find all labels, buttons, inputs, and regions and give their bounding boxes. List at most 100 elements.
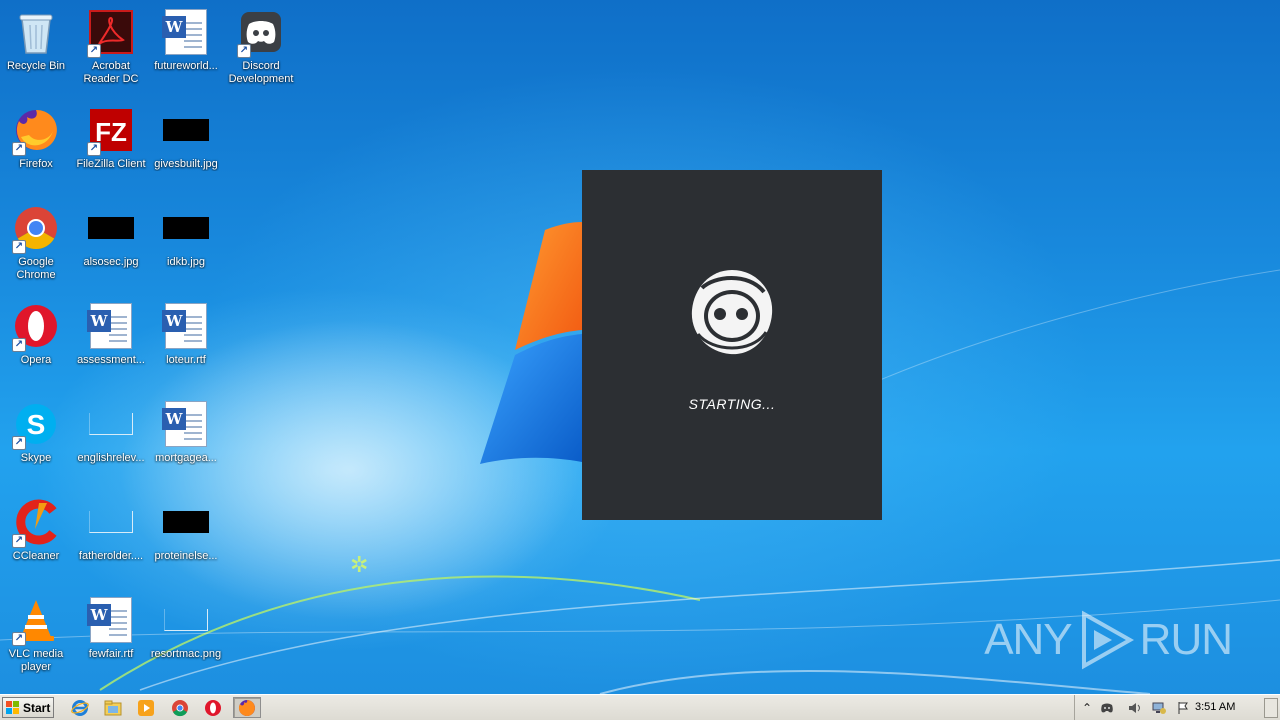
shortcut-arrow-icon: ↗ [237,44,251,58]
discord-splash-window[interactable]: STARTING... [582,170,882,520]
windows-logo-icon [6,700,20,715]
icon-label: resortmac.png [150,648,222,660]
desktop-icon-vlc[interactable]: ↗ VLC media player [0,590,74,680]
chrome-icon: ↗ [12,204,60,254]
desktop-icon-givesbuilt[interactable]: givesbuilt.jpg [148,100,224,190]
desktop-icon-firefox[interactable]: ↗ Firefox [0,100,74,190]
shortcut-arrow-icon: ↗ [12,632,26,646]
desktop-icon-loteur[interactable]: W loteur.rtf [148,296,224,386]
icon-label: CCleaner [12,550,60,562]
icon-label: Google Chrome [16,256,56,281]
desktop-icon-skype[interactable]: S ↗ Skype [0,394,74,484]
taskbar-file-explorer[interactable] [99,697,127,718]
shortcut-arrow-icon: ↗ [12,142,26,156]
taskbar: Start ⌃ 3:51 AM [0,694,1280,720]
chrome-icon [172,699,188,716]
show-desktop-button[interactable] [1264,698,1278,718]
clock[interactable]: 3:51 AM [1195,701,1235,713]
desktop-icon-idkb[interactable]: idkb.jpg [148,198,224,288]
image-thumbnail-icon [87,204,135,252]
acrobat-icon: ↗ [87,8,135,58]
anyrun-watermark: ANY RUN [984,608,1233,672]
desktop-icon-fewfair[interactable]: W fewfair.rtf [73,590,149,680]
word-document-icon: W [162,400,210,448]
icon-label: fatherolder.... [78,550,144,562]
firefox-icon: ↗ [12,106,60,156]
desktop-icon-assessment[interactable]: W assessment... [73,296,149,386]
shortcut-arrow-icon: ↗ [12,338,26,352]
desktop-icon-discord-development[interactable]: ↗ Discord Development [223,2,299,92]
file-explorer-icon [104,700,122,715]
opera-icon [205,699,221,716]
taskbar-opera[interactable] [199,697,227,718]
network-icon[interactable] [1151,700,1167,716]
icon-label: VLC media player [8,648,64,673]
icon-label: fewfair.rtf [88,648,134,660]
taskbar-firefox[interactable] [233,697,261,718]
icon-label: loteur.rtf [166,354,206,366]
splash-status-text: STARTING... [688,396,776,412]
desktop-icon-ccleaner[interactable]: ↗ CCleaner [0,492,74,582]
play-logo-icon [1081,610,1134,670]
image-thumbnail-icon [162,106,210,154]
watermark-text-right: RUN [1139,615,1233,664]
desktop-icon-mortgagea[interactable]: W mortgagea... [148,394,224,484]
shortcut-arrow-icon: ↗ [87,44,101,58]
shortcut-arrow-icon: ↗ [12,534,26,548]
taskbar-media-player[interactable] [132,697,160,718]
icon-label: Opera [20,354,52,366]
desktop-icon-futureworld[interactable]: W futureworld... [148,2,224,92]
discord-tray-icon[interactable] [1099,700,1115,716]
watermark-text-left: ANY [984,615,1072,664]
word-document-icon: W [162,302,210,350]
desktop-icon-alsosec[interactable]: alsosec.jpg [73,198,149,288]
taskbar-chrome[interactable] [166,697,194,718]
show-hidden-icons-button[interactable]: ⌃ [1079,700,1095,716]
filezilla-icon: FZ ↗ [87,106,135,156]
icon-label: Recycle Bin [6,60,66,72]
desktop-icon-filezilla[interactable]: FZ ↗ FileZilla Client [73,100,149,190]
start-button[interactable]: Start [2,697,54,718]
shortcut-arrow-icon: ↗ [87,142,101,156]
discord-icon: ↗ [237,8,285,58]
desktop-icon-recycle-bin[interactable]: Recycle Bin [0,2,74,92]
icon-label: Skype [20,452,52,464]
icon-label: mortgagea... [155,452,217,464]
recycle-bin-icon [12,8,60,56]
shortcut-arrow-icon: ↗ [12,240,26,254]
system-tray: ⌃ 3:51 AM [1074,695,1280,720]
image-thumbnail-icon [162,498,210,546]
desktop-icon-resortmac[interactable]: resortmac.png [148,590,224,680]
icon-label: givesbuilt.jpg [154,158,218,170]
action-center-flag-icon[interactable] [1175,700,1191,716]
desktop-icon-fatherolder[interactable]: fatherolder.... [73,492,149,582]
discord-logo-icon [691,270,773,355]
desktop-icon-google-chrome[interactable]: ↗ Google Chrome [0,198,74,288]
svg-text:S: S [27,409,46,440]
icon-label: alsosec.jpg [83,256,139,268]
icon-label: Firefox [19,158,53,170]
media-player-icon [138,699,154,716]
desktop-icon-englishrelev[interactable]: englishrelev... [73,394,149,484]
internet-explorer-icon [71,699,89,716]
skype-icon: S ↗ [12,400,60,450]
ccleaner-icon: ↗ [12,498,60,548]
word-document-icon: W [87,302,135,350]
desktop-icon-opera[interactable]: ↗ Opera [0,296,74,386]
opera-icon: ↗ [12,302,60,352]
desktop-icon-acrobat-reader[interactable]: ↗ Acrobat Reader DC [73,2,149,92]
svg-text:✲: ✲ [350,553,368,578]
icon-label: proteinelse... [154,550,218,562]
vlc-icon: ↗ [12,596,60,646]
desktop-icon-proteinelse[interactable]: proteinelse... [148,492,224,582]
start-label: Start [23,700,51,715]
shortcut-arrow-icon: ↗ [12,436,26,450]
taskbar-internet-explorer[interactable] [66,697,94,718]
volume-icon[interactable] [1127,700,1143,716]
icon-label: assessment... [77,354,145,366]
icon-label: futureworld... [154,60,218,72]
icon-label: Acrobat Reader DC [83,60,139,85]
firefox-icon [238,699,255,716]
blank-file-icon [87,498,135,546]
desktop[interactable]: ✲ Recycle Bin ↗ Firefox ↗ Google Chrome … [0,0,1280,694]
